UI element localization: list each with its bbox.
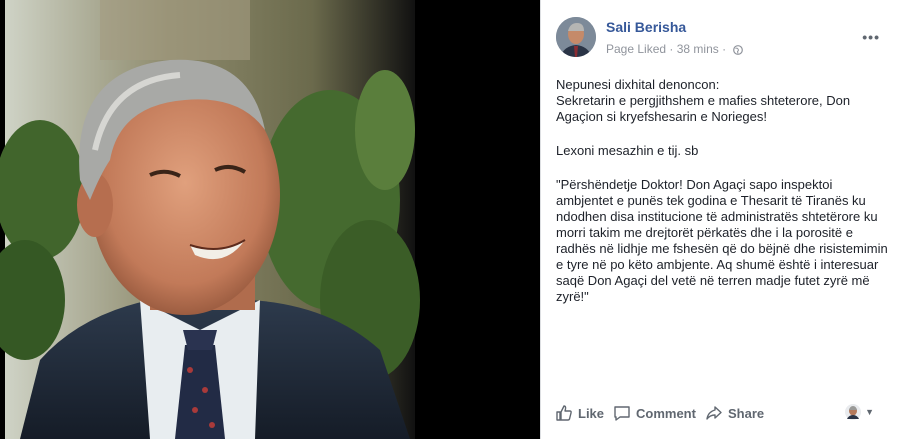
page-liked-status[interactable]: Page Liked	[606, 42, 666, 56]
globe-icon	[733, 44, 744, 55]
audience-avatar-icon	[845, 404, 862, 420]
meta-separator: ·	[669, 41, 674, 56]
post-paragraph: "Përshëndetje Doktor! Don Agaçi sapo ins…	[556, 177, 888, 304]
chevron-down-icon: ▼	[865, 407, 874, 417]
meta-separator: ·	[722, 41, 727, 56]
comment-label: Comment	[636, 405, 696, 421]
post-text: Nepunesi dixhital denoncon: Sekretarin e…	[556, 77, 888, 323]
audience-selector[interactable]: ▼	[844, 403, 874, 421]
post-header: Sali Berisha Page Liked · 38 mins · •••	[556, 17, 892, 59]
speech-bubble-icon	[614, 406, 630, 421]
post-paragraph: Lexoni mesazhin e tij. sb	[556, 143, 699, 158]
more-options-icon[interactable]: •••	[862, 29, 880, 45]
author-name[interactable]: Sali Berisha	[606, 19, 686, 35]
share-label: Share	[728, 405, 765, 421]
post-photo[interactable]	[0, 0, 540, 439]
like-label: Like	[578, 405, 605, 421]
share-arrow-icon	[706, 406, 722, 420]
portrait-image	[0, 0, 540, 439]
post-panel: Sali Berisha Page Liked · 38 mins · ••• …	[540, 0, 902, 439]
like-button[interactable]: Like	[555, 404, 604, 422]
post-meta: Page Liked · 38 mins ·	[606, 41, 744, 56]
share-button[interactable]: Share	[705, 404, 764, 422]
post-timestamp[interactable]: 38 mins	[677, 42, 719, 56]
comment-button[interactable]: Comment	[613, 404, 696, 422]
thumbs-up-icon	[556, 405, 572, 421]
author-avatar[interactable]	[556, 17, 596, 57]
post-actions: Like Comment Share ▼	[555, 400, 892, 426]
post-paragraph: Nepunesi dixhital denoncon: Sekretarin e…	[556, 77, 851, 124]
